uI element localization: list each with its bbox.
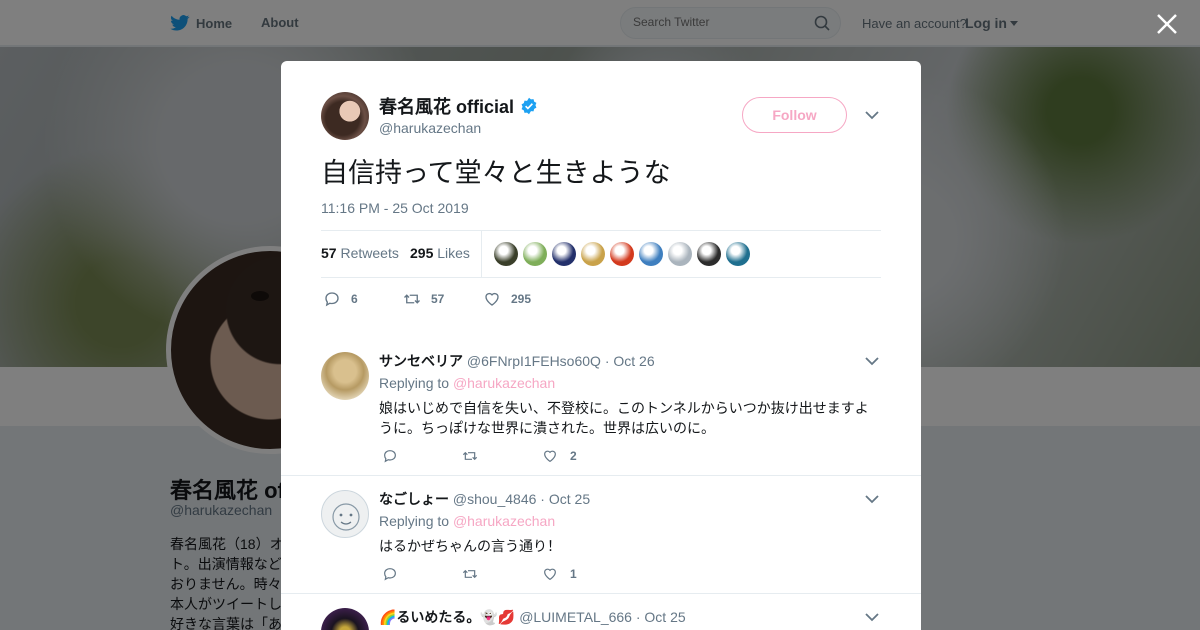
reply-item[interactable]: 🌈るいめたる。👻💋 @LUIMETAL_666 · Oct 25 <box>281 594 921 630</box>
retweet-icon <box>404 294 420 304</box>
likes-count: 295 <box>410 245 434 261</box>
reply-avatar[interactable] <box>321 608 369 630</box>
liker-avatars <box>494 242 750 266</box>
sketch-face-icon <box>332 503 360 531</box>
author-handle[interactable]: @harukazechan <box>379 120 481 136</box>
reply-author-name[interactable]: サンセベリア <box>379 353 463 369</box>
like-action[interactable]: 2 <box>542 448 622 464</box>
author-name[interactable]: 春名風花 official <box>379 93 538 119</box>
reply-icon <box>384 450 396 463</box>
reply-icon <box>325 292 339 307</box>
liker-avatar[interactable] <box>581 242 605 266</box>
retweet-icon <box>462 451 478 461</box>
retweet-action[interactable] <box>462 566 542 582</box>
liker-avatar[interactable] <box>726 242 750 266</box>
tweet-actions: 6 57 295 <box>323 290 563 308</box>
chevron-down-icon[interactable] <box>865 493 879 505</box>
heart-icon <box>485 292 499 306</box>
likes-stat[interactable]: 295 Likes <box>410 245 470 261</box>
chevron-down-icon[interactable] <box>865 109 879 121</box>
heart-icon <box>544 450 556 463</box>
reply-avatar[interactable] <box>321 352 369 400</box>
liker-avatar[interactable] <box>610 242 634 266</box>
reply-date[interactable]: Oct 26 <box>613 353 654 369</box>
tweet-timestamp[interactable]: 11:16 PM - 25 Oct 2019 <box>321 200 469 216</box>
reply-author-handle[interactable]: @LUIMETAL_666 <box>519 609 632 625</box>
reply-author-name[interactable]: なごしょー <box>379 491 449 507</box>
reply-item[interactable]: なごしょー @shou_4846 · Oct 25 Replying to @h… <box>281 476 921 594</box>
verified-badge-icon <box>521 97 537 115</box>
reply-action[interactable] <box>382 448 462 464</box>
reply-author-name[interactable]: 🌈るいめたる。👻💋 <box>379 609 515 625</box>
author-name-text: 春名風花 official <box>379 97 515 117</box>
retweet-action[interactable]: 57 <box>403 290 483 308</box>
chevron-down-icon[interactable] <box>865 611 879 623</box>
reply-item[interactable]: サンセベリア @6FNrpI1FEHso60Q · Oct 26 Replyin… <box>281 338 921 476</box>
follow-button[interactable]: Follow <box>742 97 847 133</box>
heart-icon <box>544 568 556 581</box>
stats-divider <box>481 231 482 278</box>
tweet-stats: 57 Retweets 295 Likes <box>321 230 881 278</box>
reply-date[interactable]: Oct 25 <box>644 609 685 625</box>
like-count: 295 <box>511 292 532 306</box>
tweet-text: 自信持って堂々と生きような <box>321 158 671 189</box>
reply-separator: · <box>540 491 545 507</box>
reply-header: サンセベリア @6FNrpI1FEHso60Q · Oct 26 <box>379 351 655 371</box>
reply-text: 娘はいじめで自信を失い、不登校に。このトンネルからいつか抜け出せますように。ちっ… <box>379 401 869 437</box>
reply-actions: 2 <box>382 448 622 464</box>
replying-to: Replying to @harukazechan <box>379 513 555 529</box>
reply-author-handle[interactable]: @shou_4846 <box>453 491 537 507</box>
author-avatar[interactable] <box>321 92 369 140</box>
tweet-modal: 春名風花 official @harukazechan Follow 自信持って… <box>281 61 921 630</box>
reply-count: 6 <box>351 292 358 306</box>
retweet-action[interactable] <box>462 448 542 464</box>
reply-text: はるかぜちゃんの言う通り！ <box>379 539 561 555</box>
reply-header: 🌈るいめたる。👻💋 @LUIMETAL_666 · Oct 25 <box>379 607 686 627</box>
chevron-down-icon[interactable] <box>865 355 879 367</box>
like-action[interactable]: 1 <box>542 566 622 582</box>
liker-avatar[interactable] <box>494 242 518 266</box>
liker-avatar[interactable] <box>639 242 663 266</box>
retweet-count: 57 <box>431 292 445 306</box>
liker-avatar[interactable] <box>552 242 576 266</box>
close-icon[interactable] <box>1155 12 1179 36</box>
reply-separator: · <box>635 609 641 625</box>
reply-like-count: 1 <box>570 567 577 581</box>
reply-author-handle[interactable]: @6FNrpI1FEHso60Q <box>467 353 601 369</box>
replying-prefix: Replying to <box>379 375 450 391</box>
reply-action[interactable] <box>382 566 462 582</box>
reply-avatar[interactable] <box>321 490 369 538</box>
retweets-stat[interactable]: 57 Retweets <box>321 245 399 261</box>
replying-to: Replying to @harukazechan <box>379 375 555 391</box>
reply-action[interactable]: 6 <box>323 290 403 308</box>
retweets-count: 57 <box>321 245 337 261</box>
reply-like-count: 2 <box>570 449 577 463</box>
reply-icon <box>384 568 396 581</box>
reply-date[interactable]: Oct 25 <box>549 491 590 507</box>
retweets-label: Retweets <box>340 245 399 261</box>
liker-avatar[interactable] <box>697 242 721 266</box>
reply-separator: · <box>604 353 610 369</box>
replying-to-link[interactable]: @harukazechan <box>453 513 555 529</box>
retweet-icon <box>462 569 478 579</box>
liker-avatar[interactable] <box>668 242 692 266</box>
reply-header: なごしょー @shou_4846 · Oct 25 <box>379 489 590 509</box>
liker-avatar[interactable] <box>523 242 547 266</box>
likes-label: Likes <box>437 245 470 261</box>
replying-prefix: Replying to <box>379 513 450 529</box>
replying-to-link[interactable]: @harukazechan <box>453 375 555 391</box>
reply-actions: 1 <box>382 566 622 582</box>
like-action[interactable]: 295 <box>483 290 563 308</box>
